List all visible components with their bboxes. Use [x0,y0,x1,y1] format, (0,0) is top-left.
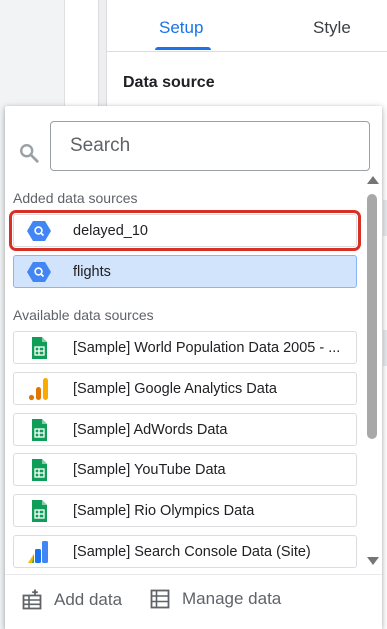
data-source-item-flights[interactable]: flights [13,255,357,288]
data-source-dropdown: Added data sources delayed_10 flights Av… [5,106,382,629]
active-tab-indicator [155,47,211,50]
data-source-item-rio-olympics[interactable]: [Sample] Rio Olympics Data [13,494,357,527]
add-data-icon [22,589,42,610]
data-source-label: [Sample] World Population Data 2005 - ..… [73,339,341,356]
search-icon [20,144,39,163]
data-source-item-youtube[interactable]: [Sample] YouTube Data [13,453,357,486]
search-console-icon [26,539,52,565]
panel-edge [383,200,387,236]
data-source-item-world-population[interactable]: [Sample] World Population Data 2005 - ..… [13,331,357,364]
search-field[interactable] [50,121,370,171]
data-source-heading: Data source [123,74,215,91]
data-source-item-search-console[interactable]: [Sample] Search Console Data (Site) [13,535,357,568]
canvas-gutter [64,0,98,110]
data-source-label: [Sample] AdWords Data [73,421,228,438]
manage-data-button[interactable]: Manage data [150,589,281,609]
data-source-label: [Sample] Rio Olympics Data [73,502,255,519]
available-sources-label: Available data sources [13,307,154,323]
sheets-icon [26,457,52,483]
bigquery-icon [26,259,52,285]
scrollbar-thumb[interactable] [367,194,377,439]
data-source-item-adwords[interactable]: [Sample] AdWords Data [13,413,357,446]
scroll-down-arrow-icon[interactable] [367,557,379,565]
sheets-icon [26,498,52,524]
data-source-item-google-analytics[interactable]: [Sample] Google Analytics Data [13,372,357,405]
tab-setup[interactable]: Setup [159,18,203,38]
add-data-label: Add data [54,590,123,609]
manage-data-icon [150,589,170,609]
analytics-icon [26,376,52,402]
search-input[interactable] [51,122,369,170]
data-source-label: [Sample] Google Analytics Data [73,380,277,397]
dropdown-footer: Add data Manage data [5,574,382,629]
scroll-up-arrow-icon[interactable] [367,176,379,184]
panel-edge [383,330,387,366]
manage-data-label: Manage data [182,589,282,608]
scrollbar[interactable] [366,176,379,568]
data-source-label: [Sample] YouTube Data [73,461,226,478]
sheets-icon [26,417,52,443]
bigquery-icon [26,218,52,244]
sheets-icon [26,335,52,361]
data-source-label: [Sample] Search Console Data (Site) [73,543,311,560]
tab-style[interactable]: Style [313,18,351,38]
added-sources-label: Added data sources [13,190,138,206]
data-source-label: delayed_10 [73,222,148,239]
data-source-item-delayed-10[interactable]: delayed_10 [9,210,361,251]
add-data-button[interactable]: Add data [22,589,122,611]
data-source-label: flights [73,263,111,280]
panel-tabs: Setup Style [107,0,387,52]
